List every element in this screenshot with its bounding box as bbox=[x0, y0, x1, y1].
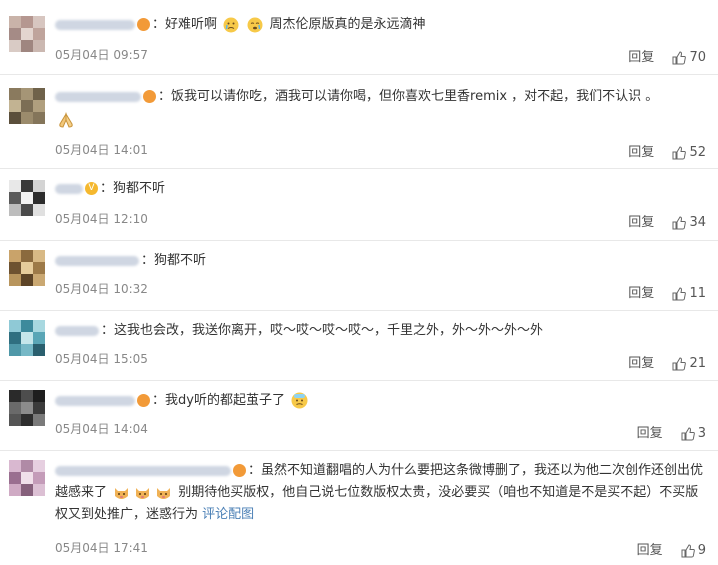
comment-item: ：虽然不知道翻唱的人为什么要把这条微博删了，我还以为他二次创作还创出优越感来了 … bbox=[0, 460, 718, 560]
comment-item: ：狗都不听 05月04日 10:32 回复 11 bbox=[0, 250, 718, 306]
comment-actions: 回复 70 bbox=[628, 46, 706, 65]
username[interactable] bbox=[55, 19, 135, 30]
crying-face-icon bbox=[223, 17, 239, 32]
comment-item: V ：狗都不听 05月04日 12:10 回复 34 bbox=[0, 178, 718, 234]
member-badge-icon bbox=[143, 90, 156, 103]
reply-button[interactable]: 回复 bbox=[637, 422, 663, 441]
thumbs-up-icon[interactable] bbox=[681, 426, 695, 441]
like-count: 3 bbox=[697, 426, 706, 441]
comment-list: ：好难听啊 周杰伦原版真的是永远滴神 05月04日 09:57 回复 70 ：饭… bbox=[0, 0, 718, 565]
timestamp: 05月04日 10:32 bbox=[55, 282, 148, 296]
username[interactable] bbox=[55, 465, 231, 476]
cat-face-icon bbox=[157, 487, 171, 499]
timestamp: 05月04日 15:05 bbox=[55, 352, 148, 366]
comment-header: ：狗都不听 bbox=[55, 250, 706, 272]
reply-button[interactable]: 回复 bbox=[628, 282, 654, 301]
thumbs-up-icon[interactable] bbox=[672, 145, 687, 160]
cat-face-icon bbox=[115, 487, 129, 499]
username[interactable] bbox=[55, 325, 99, 336]
comment-actions: 回复 34 bbox=[628, 211, 706, 230]
thumbs-up-icon[interactable] bbox=[681, 543, 695, 558]
username[interactable] bbox=[55, 91, 141, 102]
like-count: 34 bbox=[689, 215, 706, 230]
comment-text-continued: 周杰伦原版真的是永远滴神 bbox=[269, 17, 426, 32]
comment-text: 饭我可以请你吃，酒我可以请你喝，但你喜欢七里香remix ，对不起，我们不认识 … bbox=[171, 89, 659, 104]
comment-actions: 回复 52 bbox=[628, 141, 706, 160]
cat-face-icon bbox=[136, 487, 150, 499]
comment-header: ：饭我可以请你吃，酒我可以请你喝，但你喜欢七里香remix ，对不起，我们不认识… bbox=[55, 86, 706, 108]
comment-header: ：这我也会改，我送你离开，哎～哎～哎～哎～，千里之外，外～外～外～外 bbox=[55, 320, 706, 342]
comment-item: ：这我也会改，我送你离开，哎～哎～哎～哎～，千里之外，外～外～外～外 05月04… bbox=[0, 320, 718, 376]
like-count: 21 bbox=[689, 356, 706, 371]
comment-header: ：虽然不知道翻唱的人为什么要把这条微博删了，我还以为他二次创作还创出优越感来了 … bbox=[55, 463, 704, 522]
reply-button[interactable]: 回复 bbox=[637, 539, 663, 558]
like-count: 70 bbox=[689, 50, 706, 65]
comment-header: V ：狗都不听 bbox=[55, 178, 706, 200]
username[interactable] bbox=[55, 395, 135, 406]
thumbs-up-icon[interactable] bbox=[672, 215, 687, 230]
avatar[interactable] bbox=[9, 180, 45, 216]
comment-item: ：好难听啊 周杰伦原版真的是永远滴神 05月04日 09:57 回复 70 bbox=[0, 14, 718, 70]
like-count: 11 bbox=[689, 286, 706, 301]
timestamp: 05月04日 17:41 bbox=[55, 541, 148, 555]
comment-text: 这我也会改，我送你离开，哎～哎～哎～哎～，千里之外，外～外～外～外 bbox=[114, 323, 544, 338]
reply-button[interactable]: 回复 bbox=[628, 352, 654, 371]
reply-button[interactable]: 回复 bbox=[628, 211, 654, 230]
comment-actions: 回复 9 bbox=[637, 539, 706, 558]
comment-text: 我dy听的都起茧子了 bbox=[165, 393, 285, 408]
avatar[interactable] bbox=[9, 320, 45, 356]
comment-image-link[interactable]: 评论配图 bbox=[202, 507, 254, 522]
timestamp: 05月04日 09:57 bbox=[55, 48, 148, 62]
comment-actions: 回复 3 bbox=[637, 422, 706, 441]
praying-hands-icon bbox=[59, 112, 73, 128]
comment-item: ：饭我可以请你吃，酒我可以请你喝，但你喜欢七里香remix ，对不起，我们不认识… bbox=[0, 86, 718, 160]
like-count: 52 bbox=[689, 145, 706, 160]
comment-header: ：好难听啊 周杰伦原版真的是永远滴神 bbox=[55, 14, 706, 36]
thumbs-up-icon[interactable] bbox=[672, 50, 687, 65]
comment-text-continued: 别期待他买版权，他自己说七位数版权太贵，没必要买（咱也不知道是不是买不起）不买版… bbox=[55, 485, 699, 522]
username[interactable] bbox=[55, 255, 139, 266]
avatar[interactable] bbox=[9, 250, 45, 286]
username[interactable] bbox=[55, 183, 83, 194]
avatar[interactable] bbox=[9, 88, 45, 124]
member-badge-icon bbox=[137, 394, 150, 407]
thumbs-up-icon[interactable] bbox=[672, 286, 687, 301]
sweating-face-icon bbox=[291, 392, 308, 409]
timestamp: 05月04日 14:01 bbox=[55, 143, 148, 157]
comment-header: ：我dy听的都起茧子了 bbox=[55, 390, 706, 412]
avatar[interactable] bbox=[9, 16, 45, 52]
comment-text: 好难听啊 bbox=[165, 17, 218, 32]
reply-button[interactable]: 回复 bbox=[628, 141, 654, 160]
vip-badge-icon: V bbox=[85, 182, 98, 195]
member-badge-icon bbox=[233, 464, 246, 477]
timestamp: 05月04日 12:10 bbox=[55, 212, 148, 226]
timestamp: 05月04日 14:04 bbox=[55, 422, 148, 436]
thumbs-up-icon[interactable] bbox=[672, 356, 687, 371]
comment-text: 狗都不听 bbox=[113, 181, 166, 196]
avatar[interactable] bbox=[9, 460, 45, 496]
member-badge-icon bbox=[137, 18, 150, 31]
crying-face-icon bbox=[247, 17, 263, 32]
like-count: 9 bbox=[697, 543, 706, 558]
comment-item: ：我dy听的都起茧子了 05月04日 14:04 回复 3 bbox=[0, 390, 718, 446]
comment-actions: 回复 11 bbox=[628, 282, 706, 301]
comment-actions: 回复 21 bbox=[628, 352, 706, 371]
reply-button[interactable]: 回复 bbox=[628, 46, 654, 65]
avatar[interactable] bbox=[9, 390, 45, 426]
comment-text: 狗都不听 bbox=[154, 253, 207, 268]
